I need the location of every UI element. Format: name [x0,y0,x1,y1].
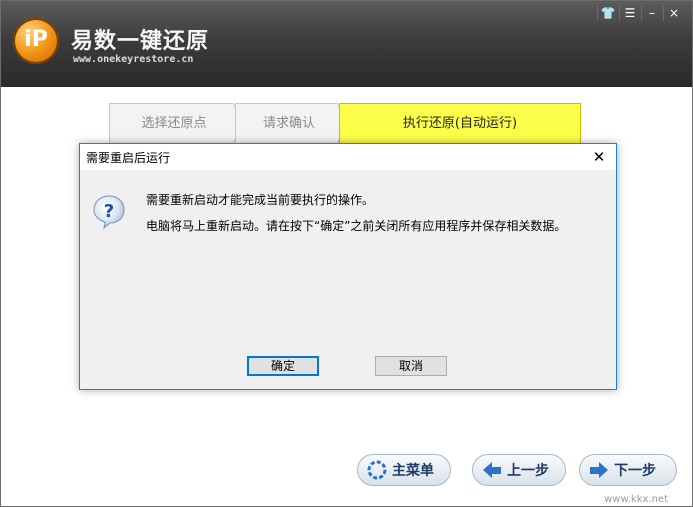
main-menu-button[interactable]: 主菜单 [357,454,451,486]
forward-arrow-icon [590,462,608,478]
previous-step-label: 上一步 [507,463,549,479]
cancel-button[interactable]: 取消 [375,356,447,376]
app-url: www.onekeyrestore.cn [73,54,194,65]
svg-text:?: ? [104,201,114,222]
app-title: 易数一键还原 [71,29,210,54]
step-indicator: 选择还原点 请求确认 执行还原(自动运行) [109,103,581,144]
step-request-confirm: 请求确认 [235,103,343,144]
close-icon[interactable]: × [663,5,684,21]
main-menu-label: 主菜单 [392,463,434,479]
skin-icon[interactable]: 👕 [597,5,618,21]
next-step-label: 下一步 [614,463,656,479]
window-controls: 👕 ☰ – × [597,5,684,21]
menu-icon[interactable]: ☰ [619,5,640,21]
back-arrow-icon [483,462,501,478]
watermark: www.kkx.net [604,494,668,505]
logo-text: iP [24,27,48,52]
dialog-close-icon[interactable]: ✕ [582,144,616,170]
dialog-titlebar: 需要重启后运行 ✕ [80,144,616,170]
app-window: iP 易数一键还原 www.onekeyrestore.cn 👕 ☰ – × 选… [0,0,693,507]
step-execute-restore: 执行还原(自动运行) [339,103,581,144]
minimize-icon[interactable]: – [641,5,662,21]
dialog-title: 需要重启后运行 [86,151,171,165]
previous-step-button[interactable]: 上一步 [472,454,566,486]
dialog-message-line1: 需要重新启动才能完成当前要执行的操作。 [146,193,375,207]
app-logo-icon: iP [13,18,59,64]
dialog-message-line2: 电脑将马上重新启动。请在按下“确定”之前关闭所有应用程序并保存相关数据。 [146,219,567,233]
step-select-restore-point: 选择还原点 [109,103,239,144]
ok-button[interactable]: 确定 [247,356,319,376]
question-icon: ? [93,195,125,230]
app-header: iP 易数一键还原 www.onekeyrestore.cn 👕 ☰ – × [1,1,692,87]
next-step-button[interactable]: 下一步 [579,454,677,486]
restart-dialog: 需要重启后运行 ✕ ? 需要重新启动才能完成当前要执行的操作。 电脑将马上重新启… [79,143,617,390]
refresh-icon [367,460,387,480]
